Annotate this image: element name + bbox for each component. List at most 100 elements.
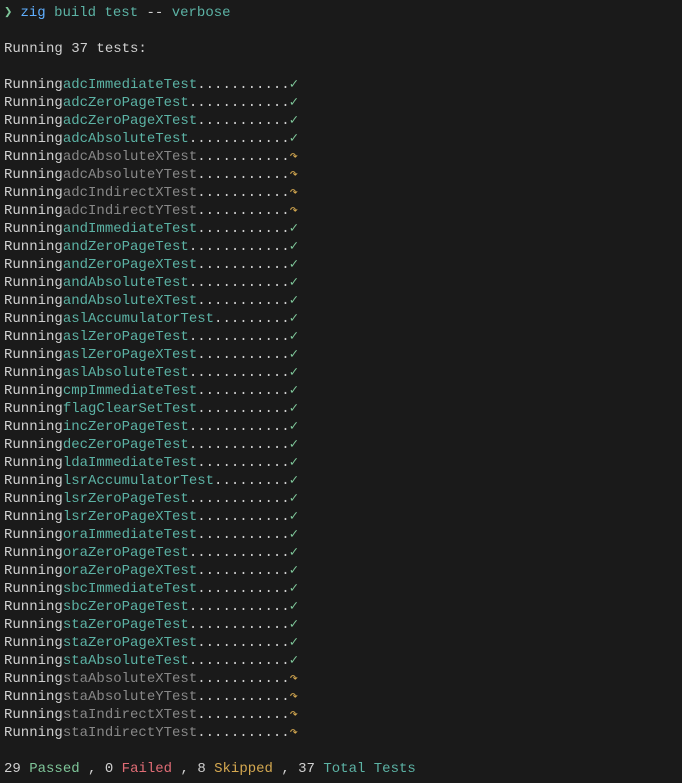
dots: ........... (197, 526, 289, 544)
test-name: adcAbsoluteYTest (63, 166, 197, 184)
cmd-build: build (54, 4, 96, 22)
test-line: Running ldaImmediateTest...........✓ (4, 454, 678, 472)
test-name: staAbsoluteTest (63, 652, 189, 670)
test-line: Running aslZeroPageTest............✓ (4, 328, 678, 346)
check-icon: ✓ (290, 454, 298, 472)
dots: ........... (197, 688, 289, 706)
test-line: Running andAbsoluteTest............✓ (4, 274, 678, 292)
dots: ............ (189, 238, 290, 256)
test-name: lsrZeroPageXTest (63, 508, 197, 526)
check-icon: ✓ (290, 526, 298, 544)
check-icon: ✓ (290, 76, 298, 94)
summary-total-count: 37 (298, 761, 315, 777)
running-label: Running (4, 616, 63, 634)
dots: ........... (197, 76, 289, 94)
test-line: Running decZeroPageTest............✓ (4, 436, 678, 454)
test-line: Running aslAbsoluteTest............✓ (4, 364, 678, 382)
running-label: Running (4, 94, 63, 112)
skip-icon: ↷ (290, 724, 298, 742)
summary-skipped-label: Skipped (214, 761, 273, 777)
check-icon: ✓ (290, 544, 298, 562)
test-line: Running adcAbsoluteXTest...........↷ (4, 148, 678, 166)
running-label: Running (4, 724, 63, 742)
test-name: adcZeroPageTest (63, 94, 189, 112)
test-line: Running aslZeroPageXTest...........✓ (4, 346, 678, 364)
skip-icon: ↷ (290, 166, 298, 184)
check-icon: ✓ (290, 130, 298, 148)
tests-header: Running 37 tests: (4, 40, 678, 58)
test-name: oraZeroPageXTest (63, 562, 197, 580)
test-line: Running oraZeroPageXTest...........✓ (4, 562, 678, 580)
check-icon: ✓ (290, 598, 298, 616)
test-line: Running oraImmediateTest...........✓ (4, 526, 678, 544)
check-icon: ✓ (290, 292, 298, 310)
dots: ........... (197, 706, 289, 724)
test-line: Running cmpImmediateTest...........✓ (4, 382, 678, 400)
dots: ............ (189, 616, 290, 634)
test-line: Running adcIndirectYTest...........↷ (4, 202, 678, 220)
check-icon: ✓ (290, 382, 298, 400)
dots: ............ (189, 130, 290, 148)
dots: ........... (197, 724, 289, 742)
test-name: aslZeroPageXTest (63, 346, 197, 364)
test-line: Running sbcImmediateTest...........✓ (4, 580, 678, 598)
dots: ............ (189, 364, 290, 382)
running-label: Running (4, 274, 63, 292)
command-prompt[interactable]: ❯ zig build test -- verbose (4, 4, 678, 22)
test-line: Running staIndirectXTest...........↷ (4, 706, 678, 724)
test-name: cmpImmediateTest (63, 382, 197, 400)
test-line: Running andZeroPageTest............✓ (4, 238, 678, 256)
running-label: Running (4, 328, 63, 346)
test-name: ldaImmediateTest (63, 454, 197, 472)
running-label: Running (4, 346, 63, 364)
running-label: Running (4, 598, 63, 616)
test-line: Running staZeroPageTest............✓ (4, 616, 678, 634)
test-name: staIndirectYTest (63, 724, 197, 742)
test-line: Running sbcZeroPageTest............✓ (4, 598, 678, 616)
running-label: Running (4, 310, 63, 328)
check-icon: ✓ (290, 94, 298, 112)
test-name: sbcZeroPageTest (63, 598, 189, 616)
running-label: Running (4, 400, 63, 418)
test-name: lsrAccumulatorTest (63, 472, 214, 490)
running-label: Running (4, 382, 63, 400)
summary-passed-count: 29 (4, 761, 21, 777)
cmd-test: test (104, 4, 138, 22)
test-name: sbcImmediateTest (63, 580, 197, 598)
dots: ........... (197, 400, 289, 418)
test-line: Running staIndirectYTest...........↷ (4, 724, 678, 742)
test-line: Running adcIndirectXTest...........↷ (4, 184, 678, 202)
check-icon: ✓ (290, 616, 298, 634)
running-label: Running (4, 364, 63, 382)
dots: ........... (197, 220, 289, 238)
running-label: Running (4, 112, 63, 130)
dots: ............ (189, 418, 290, 436)
dots: ........... (197, 202, 289, 220)
dots: ........... (197, 562, 289, 580)
test-line: Running andAbsoluteXTest...........✓ (4, 292, 678, 310)
test-name: staZeroPageXTest (63, 634, 197, 652)
running-label: Running (4, 202, 63, 220)
dots: ........... (197, 148, 289, 166)
tests-list: Running adcImmediateTest...........✓Runn… (4, 76, 678, 742)
running-label: Running (4, 580, 63, 598)
check-icon: ✓ (290, 400, 298, 418)
running-label: Running (4, 76, 63, 94)
summary-line: 29 Passed , 0 Failed , 8 Skipped , 37 To… (4, 760, 678, 778)
test-line: Running adcImmediateTest...........✓ (4, 76, 678, 94)
test-name: adcAbsoluteXTest (63, 148, 197, 166)
test-line: Running staAbsoluteTest............✓ (4, 652, 678, 670)
test-name: staAbsoluteXTest (63, 670, 197, 688)
test-name: staIndirectXTest (63, 706, 197, 724)
summary-skipped-count: 8 (197, 761, 205, 777)
test-line: Running lsrZeroPageTest............✓ (4, 490, 678, 508)
test-name: staZeroPageTest (63, 616, 189, 634)
check-icon: ✓ (290, 328, 298, 346)
test-name: oraZeroPageTest (63, 544, 189, 562)
check-icon: ✓ (290, 112, 298, 130)
running-label: Running (4, 256, 63, 274)
test-name: aslAccumulatorTest (63, 310, 214, 328)
test-line: Running staAbsoluteYTest...........↷ (4, 688, 678, 706)
test-line: Running adcZeroPageTest............✓ (4, 94, 678, 112)
dots: ........... (197, 292, 289, 310)
